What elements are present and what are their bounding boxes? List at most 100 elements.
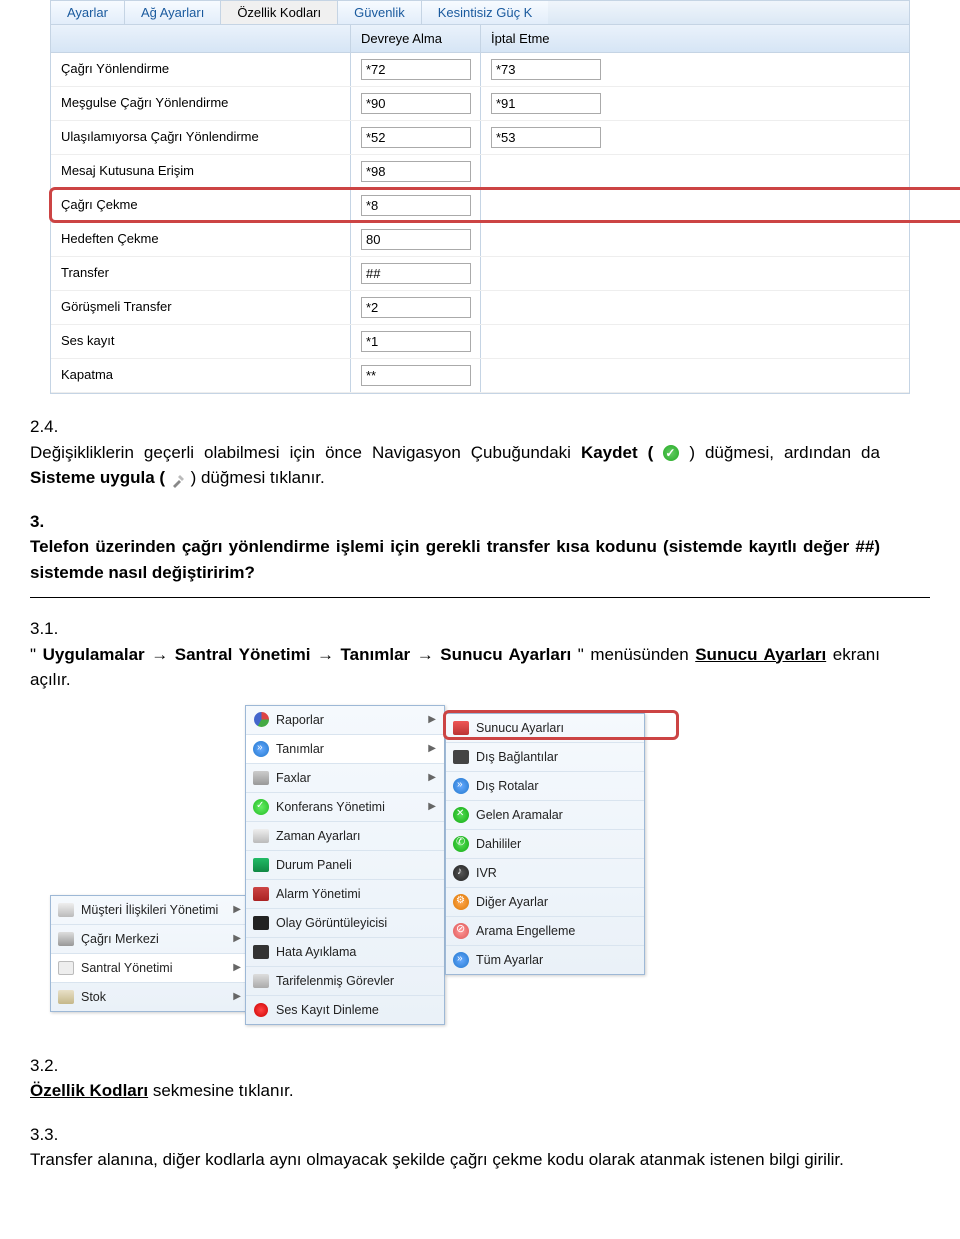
menu-item-menu3-7[interactable]: Arama Engelleme [446, 917, 644, 946]
menu-item-menu3-4[interactable]: Dahililer [446, 830, 644, 859]
menu-item-menu2-8[interactable]: Hata Ayıklama [246, 938, 444, 967]
menu-item-label: Alarm Yönetimi [276, 887, 436, 901]
menu-item-label: Raporlar [276, 713, 426, 727]
menu-item-label: Durum Paneli [276, 858, 436, 872]
menu-item-menu1-2[interactable]: Santral Yönetimi▶ [51, 954, 249, 983]
menu-item-menu3-2[interactable]: Dış Rotalar [446, 772, 644, 801]
sq-eye-icon [253, 916, 269, 930]
activate-input[interactable] [361, 59, 471, 80]
num-2-4: 2.4. [30, 414, 80, 440]
tab-2[interactable]: Özellik Kodları [221, 1, 338, 24]
chevron-right-icon: ▶ [231, 904, 241, 915]
sq-paint-icon [453, 721, 469, 735]
activate-input[interactable] [361, 127, 471, 148]
chevron-right-icon: ▶ [426, 801, 436, 812]
c-phone-icon [453, 836, 469, 852]
row-3: Mesaj Kutusuna Erişim [51, 155, 909, 189]
activate-input[interactable] [361, 365, 471, 386]
menu-item-label: Ses Kayıt Dinleme [276, 1003, 436, 1017]
sq-fax-icon [253, 771, 269, 785]
menu-item-label: Dahililer [476, 837, 636, 851]
tab-0[interactable]: Ayarlar [51, 1, 125, 24]
activate-input[interactable] [361, 93, 471, 114]
c-stop-icon [453, 923, 469, 939]
menu-item-menu2-5[interactable]: Durum Paneli [246, 851, 444, 880]
menu-item-label: Faxlar [276, 771, 426, 785]
sq-task-icon [253, 974, 269, 988]
c-blue-icon [453, 778, 469, 794]
menu-item-menu2-1[interactable]: Tanımlar▶ [246, 735, 444, 764]
chevron-right-icon: ▶ [426, 772, 436, 783]
menu-item-menu1-0[interactable]: Müşteri İlişkileri Yönetimi▶ [51, 896, 249, 925]
menu-item-menu3-0[interactable]: Sunucu Ayarları [446, 714, 644, 743]
menu-item-menu3-3[interactable]: Gelen Aramalar [446, 801, 644, 830]
tab-1[interactable]: Ağ Ayarları [125, 1, 221, 24]
activate-input[interactable] [361, 331, 471, 352]
deactivate-input[interactable] [491, 93, 601, 114]
menu-item-label: Dış Bağlantılar [476, 750, 636, 764]
sq-rec-icon [254, 1003, 268, 1017]
tab-4[interactable]: Kesintisiz Güç K [422, 1, 549, 24]
menu-item-menu3-1[interactable]: Dış Bağlantılar [446, 743, 644, 772]
chevron-right-icon: ▶ [231, 933, 241, 944]
menu-item-menu2-3[interactable]: Konferans Yönetimi▶ [246, 793, 444, 822]
menu-item-menu2-7[interactable]: Olay Görüntüleyicisi [246, 909, 444, 938]
header-activate: Devreye Alma [351, 25, 481, 52]
activate-input[interactable] [361, 263, 471, 284]
chevron-right-icon: ▶ [231, 962, 241, 973]
check-green-icon [663, 445, 679, 461]
menu-item-menu2-6[interactable]: Alarm Yönetimi [246, 880, 444, 909]
menu-item-menu2-0[interactable]: Raporlar▶ [246, 706, 444, 735]
separator [30, 597, 930, 598]
menu-item-label: Diğer Ayarlar [476, 895, 636, 909]
row-label: Meşgulse Çağrı Yönlendirme [51, 87, 351, 120]
menu-item-label: Dış Rotalar [476, 779, 636, 793]
row-label: Çağrı Yönlendirme [51, 53, 351, 86]
sq-tools-icon [253, 829, 269, 843]
tab-3[interactable]: Güvenlik [338, 1, 422, 24]
sq-gear-icon [58, 961, 74, 975]
deactivate-input[interactable] [491, 127, 601, 148]
menu-item-label: Müşteri İlişkileri Yönetimi [81, 903, 231, 917]
row-label: Mesaj Kutusuna Erişim [51, 155, 351, 188]
activate-input[interactable] [361, 297, 471, 318]
tools-icon [170, 471, 186, 487]
c-green-icon [253, 799, 269, 815]
chevron-right-icon: ▶ [426, 714, 436, 725]
menu-item-label: Zaman Ayarları [276, 829, 436, 843]
context-menu-level-2: Raporlar▶Tanımlar▶Faxlar▶Konferans Yönet… [245, 705, 445, 1025]
menu-item-menu3-5[interactable]: IVR [446, 859, 644, 888]
instruction-3-1: 3.1. " Uygulamalar → Santral Yönetimi → … [30, 616, 930, 693]
chevron-right-icon: ▶ [426, 743, 436, 754]
row-label: Çağrı Çekme [51, 189, 351, 222]
activate-input[interactable] [361, 195, 471, 216]
c-blue-icon [453, 952, 469, 968]
menu-item-menu2-10[interactable]: Ses Kayıt Dinleme [246, 996, 444, 1024]
menu-item-menu1-3[interactable]: Stok▶ [51, 983, 249, 1011]
c-grn2-icon [453, 807, 469, 823]
menu-item-menu3-6[interactable]: Diğer Ayarlar [446, 888, 644, 917]
chevron-right-icon: ▶ [231, 991, 241, 1002]
instruction-3-2: 3.2. Özellik Kodları sekmesine tıklanır. [30, 1053, 930, 1104]
menu-item-menu1-1[interactable]: Çağrı Merkezi▶ [51, 925, 249, 954]
activate-input[interactable] [361, 229, 471, 250]
row-5: Hedeften Çekme [51, 223, 909, 257]
menu-item-label: Arama Engelleme [476, 924, 636, 938]
row-7: Görüşmeli Transfer [51, 291, 909, 325]
c-blue-icon [253, 741, 269, 757]
row-6: Transfer [51, 257, 909, 291]
row-label: Ses kayıt [51, 325, 351, 358]
instruction-2-4: 2.4. Değişikliklerin geçerli olabilmesi … [30, 414, 930, 491]
activate-input[interactable] [361, 161, 471, 182]
menu-item-label: Santral Yönetimi [81, 961, 231, 975]
menu-item-menu2-4[interactable]: Zaman Ayarları [246, 822, 444, 851]
sq-user-icon [58, 903, 74, 917]
header-deactivate: İptal Etme [481, 25, 611, 52]
sq-plug-icon [453, 750, 469, 764]
menu-item-label: Sunucu Ayarları [476, 721, 636, 735]
menu-item-menu2-9[interactable]: Tarifelenmiş Görevler [246, 967, 444, 996]
menu-item-menu2-2[interactable]: Faxlar▶ [246, 764, 444, 793]
deactivate-input[interactable] [491, 59, 601, 80]
row-4: Çağrı Çekme [51, 189, 909, 223]
menu-item-menu3-8[interactable]: Tüm Ayarlar [446, 946, 644, 974]
